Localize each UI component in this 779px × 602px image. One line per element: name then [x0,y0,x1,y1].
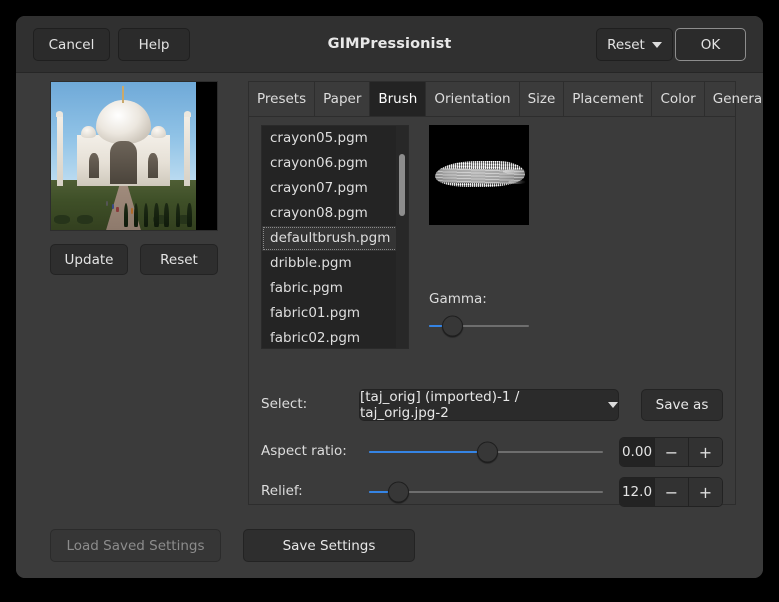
relief-row: Relief: 12.0 − + [261,477,723,507]
list-item-selected[interactable]: defaultbrush.pgm [262,226,408,251]
chevron-down-icon [651,41,662,48]
save-settings-button[interactable]: Save Settings [243,529,415,562]
cancel-button[interactable]: Cancel [33,28,110,61]
tab-orientation[interactable]: Orientation [426,82,520,116]
aspect-ratio-slider-handle[interactable] [476,441,498,463]
tab-presets-label: Presets [257,91,307,107]
update-button-label: Update [64,251,114,268]
gamma-label: Gamma: [429,291,487,307]
update-button[interactable]: Update [50,244,128,275]
tab-general[interactable]: General [705,82,763,116]
save-as-button[interactable]: Save as [641,389,723,421]
help-button-label: Help [138,36,170,53]
help-button[interactable]: Help [118,28,190,61]
select-label: Select: [261,396,308,412]
gamma-slider[interactable] [429,315,529,337]
select-dropdown[interactable]: [taj_orig] (imported)-1 / taj_orig.jpg-2 [359,389,619,421]
save-as-button-label: Save as [655,397,709,413]
aspect-ratio-increment-button[interactable]: + [688,438,722,466]
aspect-ratio-spinner[interactable]: 0.00 − + [619,437,723,467]
brush-list[interactable]: crayon05.pgm crayon06.pgm crayon07.pgm c… [261,125,409,349]
gamma-slider-handle[interactable] [441,315,463,337]
gimpressionist-dialog: GIMPressionist Cancel Help Reset OK Upda… [16,16,763,578]
select-dropdown-value: [taj_orig] (imported)-1 / taj_orig.jpg-2 [360,389,520,421]
reset-button-label: Reset [607,36,645,53]
select-row: Select: [taj_orig] (imported)-1 / taj_or… [261,389,723,421]
relief-value[interactable]: 12.0 [620,478,654,506]
brush-stroke-tail-secondary [508,180,526,184]
aspect-ratio-slider-fill [369,451,486,453]
ok-button-label: OK [700,36,721,53]
tab-brush-label: Brush [378,91,418,107]
cancel-button-label: Cancel [48,36,95,53]
relief-spinner[interactable]: 12.0 − + [619,477,723,507]
list-item[interactable]: crayon07.pgm [262,176,408,201]
aspect-ratio-decrement-button[interactable]: − [654,438,688,466]
brush-preview [429,125,529,225]
relief-increment-button[interactable]: + [688,478,722,506]
tab-size[interactable]: Size [520,82,565,116]
tab-color-label: Color [660,91,696,107]
aspect-ratio-slider[interactable] [369,437,603,467]
relief-slider-handle[interactable] [387,481,409,503]
ok-button[interactable]: OK [675,28,746,61]
tab-size-label: Size [527,91,556,107]
load-saved-settings-button: Load Saved Settings [50,529,221,562]
preview-reset-button[interactable]: Reset [140,244,218,275]
list-item[interactable]: fabric02.pgm [262,326,408,348]
preview-reset-button-label: Reset [160,251,198,268]
tab-paper[interactable]: Paper [315,82,371,116]
tab-presets[interactable]: Presets [249,82,316,116]
tab-color[interactable]: Color [652,82,705,116]
aspect-ratio-row: Aspect ratio: 0.00 − + [261,437,723,467]
relief-label: Relief: [261,483,303,499]
tab-brush[interactable]: Brush [370,82,427,116]
brush-stroke-tail [503,169,527,174]
brush-list-scrollbar[interactable] [396,126,408,348]
list-item[interactable]: dribble.pgm [262,251,408,276]
tab-placement[interactable]: Placement [564,82,653,116]
tab-placement-label: Placement [572,91,644,107]
save-settings-label: Save Settings [282,537,376,554]
brush-tab-page: crayon05.pgm crayon06.pgm crayon07.pgm c… [248,116,736,507]
preview-letterbox [196,82,217,230]
preview-panel: Update Reset [50,81,218,275]
tab-bar: Presets Paper Brush Orientation Size Pla… [248,81,763,116]
list-item[interactable]: fabric01.pgm [262,301,408,326]
load-saved-settings-label: Load Saved Settings [66,537,205,554]
relief-decrement-button[interactable]: − [654,478,688,506]
taj-mahal-preview-image [51,82,196,230]
tab-orientation-label: Orientation [434,91,511,107]
dialog-body: Update Reset Presets Paper Brush Orienta… [16,73,763,578]
settings-notebook: Presets Paper Brush Orientation Size Pla… [248,81,763,507]
image-preview[interactable] [50,81,218,231]
reset-dropdown-button[interactable]: Reset [596,28,673,61]
dialog-header-bar: GIMPressionist Cancel Help Reset OK [16,16,763,73]
list-item[interactable]: crayon05.pgm [262,126,408,151]
aspect-ratio-value[interactable]: 0.00 [620,438,654,466]
tab-general-label: General [712,91,763,107]
tab-paper-label: Paper [323,91,362,107]
chevron-down-icon [608,402,618,408]
list-item[interactable]: fabric.pgm [262,276,408,301]
scrollbar-thumb[interactable] [399,154,405,216]
list-item[interactable]: crayon08.pgm [262,201,408,226]
preview-button-row: Update Reset [50,244,218,275]
aspect-ratio-label: Aspect ratio: [261,443,347,459]
list-item[interactable]: crayon06.pgm [262,151,408,176]
footer-button-row: Load Saved Settings Save Settings [50,529,736,562]
relief-slider[interactable] [369,477,603,507]
